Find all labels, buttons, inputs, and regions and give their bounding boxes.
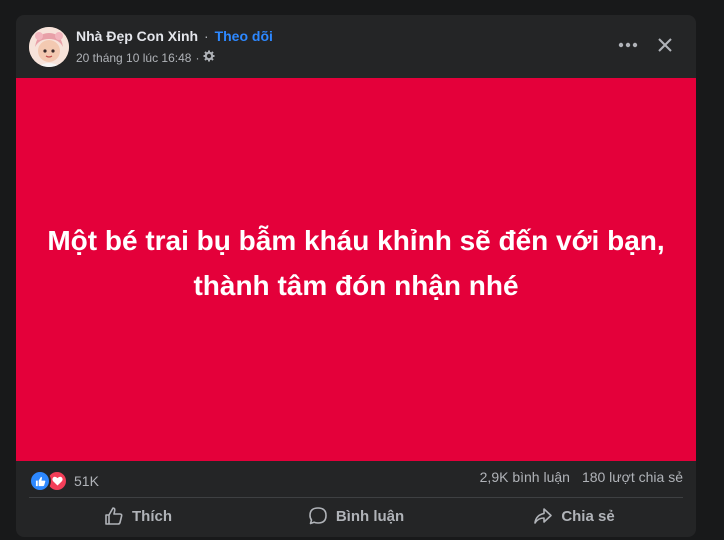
like-reaction-icon <box>29 470 51 492</box>
comment-icon <box>309 507 327 525</box>
close-button[interactable] <box>651 31 679 59</box>
comment-label: Bình luận <box>335 507 405 525</box>
share-count[interactable]: 180 lượt chia sẻ <box>582 469 683 485</box>
like-label: Thích <box>132 507 172 525</box>
like-button[interactable]: Thích <box>29 500 247 532</box>
reaction-count: 51K <box>74 473 99 489</box>
name-separator: · <box>204 28 209 44</box>
more-options-button[interactable] <box>614 31 642 59</box>
post-header: Nhà Đẹp Con Xinh · Theo dõi 20 tháng 10 … <box>16 15 696 78</box>
post-content: Một bé trai bụ bẫm kháu khỉnh sẽ đến với… <box>16 78 696 461</box>
comment-count[interactable]: 2,9K bình luận <box>480 469 570 485</box>
share-label: Chia sẻ <box>561 507 615 525</box>
meta-separator: · <box>195 50 200 65</box>
share-icon <box>534 508 553 524</box>
post-timestamp[interactable]: 20 tháng 10 lúc 16:48 <box>76 51 191 65</box>
share-button[interactable]: Chia sẻ <box>465 500 683 532</box>
name-row: Nhà Đẹp Con Xinh · Theo dõi <box>76 28 273 44</box>
avatar[interactable] <box>29 27 69 67</box>
globe-gear-icon[interactable] <box>203 50 215 65</box>
post-stats: 51K 2,9K bình luận 180 lượt chia sẻ <box>16 461 696 495</box>
engagement-stats: 2,9K bình luận 180 lượt chia sẻ <box>480 469 683 485</box>
close-icon <box>658 38 672 52</box>
post-card: Nhà Đẹp Con Xinh · Theo dõi 20 tháng 10 … <box>16 15 696 537</box>
more-options-icon <box>618 42 638 48</box>
post-meta: 20 tháng 10 lúc 16:48 · <box>76 50 215 65</box>
avatar-image <box>29 27 69 67</box>
post-text: Một bé trai bụ bẫm kháu khỉnh sẽ đến với… <box>47 224 665 301</box>
like-icon <box>105 507 123 525</box>
follow-link[interactable]: Theo dõi <box>215 28 273 44</box>
reactions-summary[interactable]: 51K <box>29 470 99 492</box>
action-divider <box>29 497 683 498</box>
post-actions: Thích Bình luận Chia sẻ <box>29 500 683 532</box>
comment-button[interactable]: Bình luận <box>247 500 465 532</box>
page-name[interactable]: Nhà Đẹp Con Xinh <box>76 28 198 44</box>
